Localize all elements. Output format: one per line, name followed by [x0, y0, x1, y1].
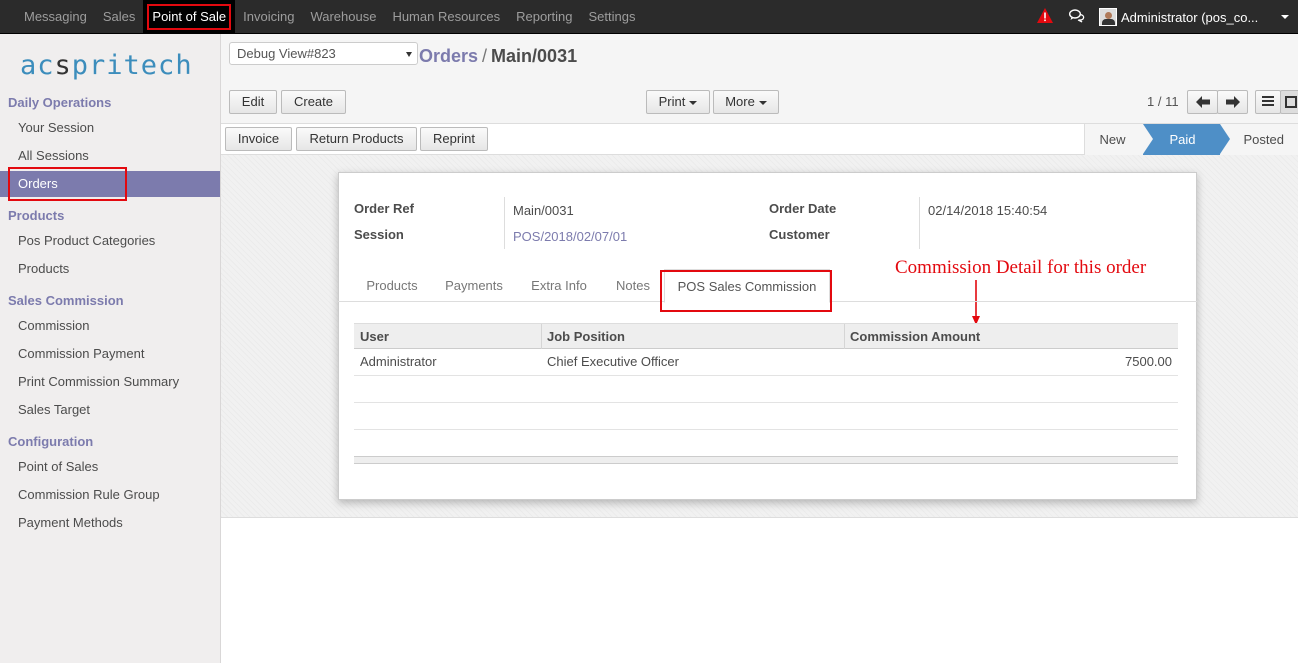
return-products-button[interactable]: Return Products	[296, 127, 417, 151]
top-navbar: Messaging Sales Point of Sale Invoicing …	[0, 0, 1298, 34]
sidebar-section-sales-commission: Sales Commission	[8, 293, 124, 308]
reprint-button[interactable]: Reprint	[420, 127, 488, 151]
user-menu-label[interactable]: Administrator (pos_co...	[1121, 10, 1273, 25]
tab-notes[interactable]: Notes	[604, 269, 662, 302]
tab-pos-sales-commission[interactable]: POS Sales Commission	[664, 269, 830, 303]
sidebar-section-daily-operations: Daily Operations	[8, 95, 112, 110]
form-view-button[interactable]	[1280, 90, 1298, 114]
debug-view-select[interactable]: Debug View#823	[229, 42, 418, 65]
edit-button[interactable]: Edit	[229, 90, 277, 114]
tab-payments[interactable]: Payments	[434, 269, 514, 302]
session-link[interactable]: POS/2018/02/07/01	[513, 229, 627, 244]
order-date-label: Order Date	[769, 201, 837, 216]
control-panel: Debug View#823 Orders / Main/0031 Edit Cre…	[221, 34, 1298, 124]
notebook-tabs: Products Payments Extra Info Notes POS S…	[338, 269, 1197, 303]
pager-value: 1 / 11	[1147, 94, 1179, 109]
create-button[interactable]: Create	[281, 90, 346, 114]
chat-icon[interactable]	[1068, 9, 1085, 25]
pager-next-button[interactable]	[1217, 90, 1248, 114]
column-user[interactable]: User	[354, 324, 541, 349]
top-menu: Messaging Sales Point of Sale Invoicing …	[16, 0, 643, 34]
commission-table-header: User Job Position Commission Amount	[354, 323, 1178, 349]
field-separator	[504, 197, 505, 249]
arrow-left-icon	[1195, 96, 1210, 108]
status-bar: Invoice Return Products Reprint New Paid…	[221, 124, 1298, 155]
caret-down-icon	[758, 100, 767, 105]
topnav-settings[interactable]: Settings	[580, 0, 643, 34]
sidebar-section-configuration: Configuration	[8, 434, 94, 449]
tab-products[interactable]: Products	[352, 269, 432, 302]
sidebar-item-point-of-sales[interactable]: Point of Sales	[0, 454, 220, 480]
stage-posted[interactable]: Posted	[1219, 124, 1298, 155]
sidebar-item-all-sessions[interactable]: All Sessions	[0, 143, 220, 169]
caret-down-icon[interactable]	[1281, 15, 1289, 19]
invoice-button[interactable]: Invoice	[225, 127, 292, 151]
list-view-button[interactable]	[1255, 90, 1281, 114]
sidebar-item-payment-methods[interactable]: Payment Methods	[0, 510, 220, 536]
warning-icon[interactable]	[1037, 8, 1055, 26]
field-separator	[919, 197, 920, 249]
topnav-reporting[interactable]: Reporting	[508, 0, 580, 34]
sidebar-item-print-commission-summary[interactable]: Print Commission Summary	[0, 369, 220, 395]
form-view-icon	[1285, 96, 1297, 108]
column-job-position[interactable]: Job Position	[541, 324, 844, 349]
topnav-warehouse[interactable]: Warehouse	[302, 0, 384, 34]
order-ref-label: Order Ref	[354, 201, 414, 216]
caret-down-icon	[689, 100, 698, 105]
sidebar-section-products: Products	[8, 208, 65, 223]
list-view-icon	[1262, 96, 1274, 106]
stage-paid[interactable]: Paid	[1143, 124, 1230, 155]
more-dropdown-button[interactable]: More	[713, 90, 779, 114]
breadcrumb-orders-link[interactable]: Orders	[419, 46, 478, 66]
sidebar-item-pos-product-categories[interactable]: Pos Product Categories	[0, 228, 220, 254]
topnav-point-of-sale[interactable]: Point of Sale	[143, 0, 236, 34]
sidebar-item-commission[interactable]: Commission	[0, 313, 220, 339]
table-row[interactable]: Administrator Chief Executive Officer 75…	[354, 349, 1178, 376]
sidebar-item-your-session[interactable]: Your Session	[0, 115, 220, 141]
cell-user: Administrator	[360, 354, 437, 369]
arrow-right-icon	[1225, 96, 1240, 108]
table-row-empty	[354, 403, 1178, 430]
cell-commission-amount: 7500.00	[1125, 354, 1172, 369]
customer-label: Customer	[769, 227, 830, 242]
breadcrumb-current: Main/0031	[491, 46, 578, 66]
stage-bar: New Paid Posted	[1084, 124, 1298, 155]
top-right-tools: Administrator (pos_co...	[1037, 0, 1298, 34]
order-date-value: 02/14/2018 15:40:54	[928, 203, 1048, 218]
stage-new[interactable]: New	[1084, 124, 1144, 155]
breadcrumb: Orders / Main/0031	[419, 46, 578, 66]
column-commission-amount[interactable]: Commission Amount	[844, 324, 1174, 349]
pager-previous-button[interactable]	[1187, 90, 1218, 114]
sidebar-item-products[interactable]: Products	[0, 256, 220, 282]
topnav-invoicing[interactable]: Invoicing	[235, 0, 302, 34]
print-dropdown-button[interactable]: Print	[646, 90, 710, 114]
sidebar-item-orders[interactable]: Orders	[0, 171, 220, 197]
topnav-messaging[interactable]: Messaging	[16, 0, 95, 34]
user-avatar[interactable]	[1099, 8, 1117, 26]
cell-job-position: Chief Executive Officer	[547, 354, 679, 369]
sidebar-item-commission-rule-group[interactable]: Commission Rule Group	[0, 482, 220, 508]
caret-down-icon	[406, 52, 412, 57]
commission-table-footer	[354, 456, 1178, 464]
order-ref-value: Main/0031	[513, 203, 574, 218]
tab-extra-info[interactable]: Extra Info	[516, 269, 602, 302]
topnav-human-resources[interactable]: Human Resources	[384, 0, 508, 34]
company-logo: acspritech	[20, 49, 193, 81]
topnav-sales[interactable]: Sales	[95, 0, 144, 34]
sidebar-item-sales-target[interactable]: Sales Target	[0, 397, 220, 423]
session-label: Session	[354, 227, 404, 242]
sidebar-item-commission-payment[interactable]: Commission Payment	[0, 341, 220, 367]
table-row-empty	[354, 376, 1178, 403]
